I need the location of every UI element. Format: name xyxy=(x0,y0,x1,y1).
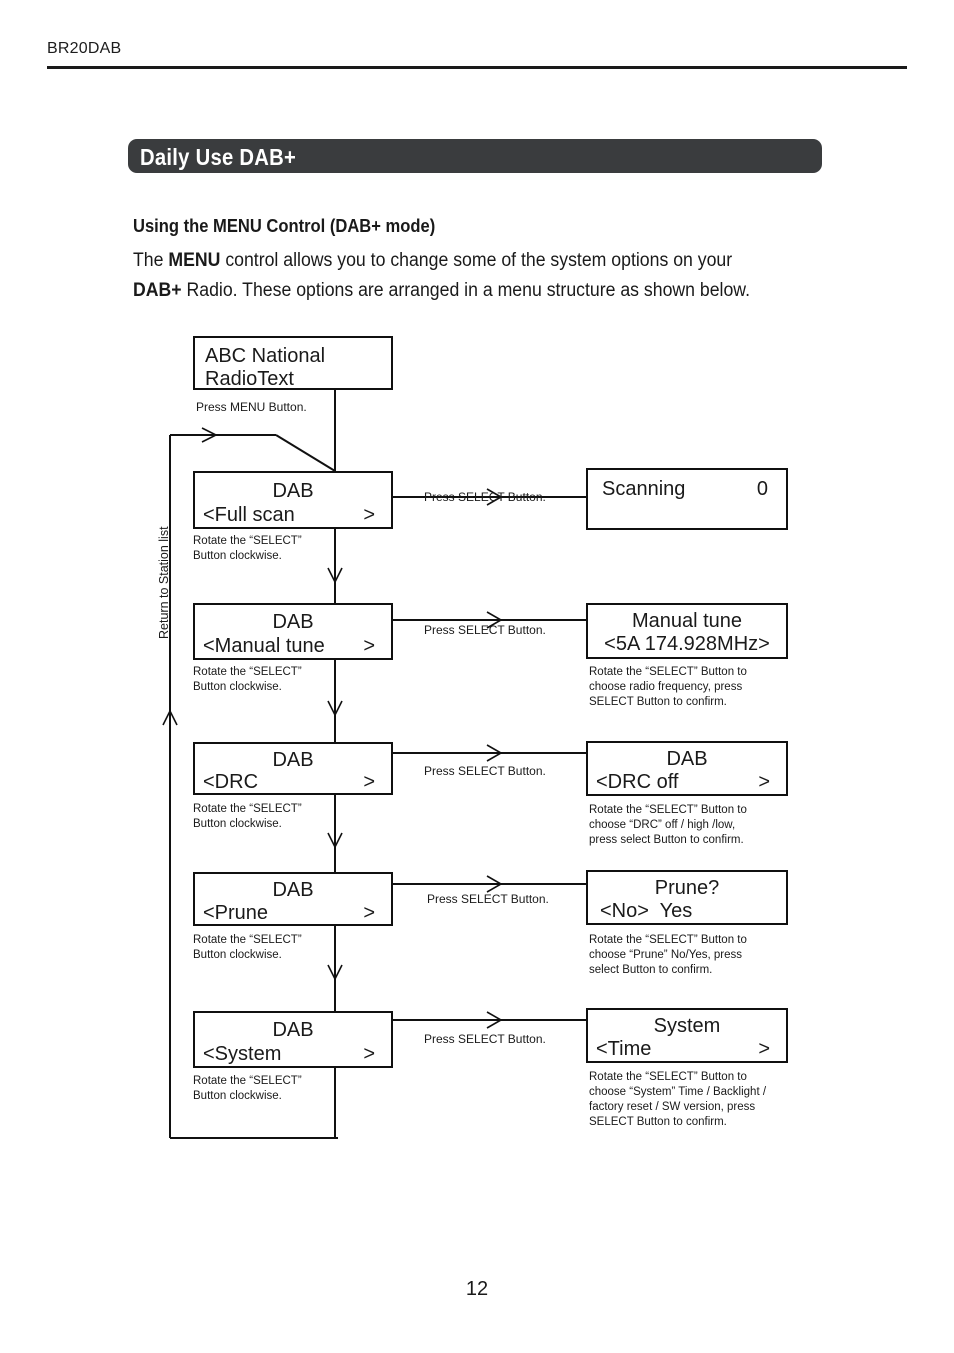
rotate-note-prune: Rotate the “SELECT” Button clockwise. xyxy=(193,934,302,961)
menu-box-system-chevron-icon: > xyxy=(363,1043,375,1065)
result-system-line1: System xyxy=(653,1015,721,1037)
result-drc-chevron-icon: > xyxy=(758,771,770,793)
press-menu-label: Press MENU Button. xyxy=(196,400,307,414)
station-line-2: RadioText xyxy=(205,368,294,390)
manual-page: BR20DAB Daily Use DAB+ Using the MENU Co… xyxy=(0,0,954,1353)
return-to-station-list-label: Return to Station list xyxy=(157,526,171,639)
result-scanning-count: 0 xyxy=(756,478,768,500)
menu-box-prune-line1: DAB xyxy=(272,879,314,901)
press-select-label-prune: Press SELECT Button. xyxy=(427,892,549,906)
result-drc-line1: DAB xyxy=(666,748,708,770)
menu-box-manual-tune-option: <Manual tune xyxy=(203,635,325,657)
result-scanning-label: Scanning xyxy=(602,478,686,500)
result-note-system: Rotate the “SELECT” Button to choose “Sy… xyxy=(589,1071,767,1128)
result-manual-tune-title: Manual tune xyxy=(631,610,743,632)
menu-box-prune: DAB <Prune > xyxy=(193,872,393,926)
menu-box-drc: DAB <DRC > xyxy=(193,742,393,795)
result-drc-value: <DRC off xyxy=(596,771,679,793)
result-system-value: <Time xyxy=(596,1038,652,1060)
menu-box-prune-chevron-icon: > xyxy=(363,902,375,924)
menu-box-system-option: <System xyxy=(203,1043,282,1065)
press-select-label-manual-tune: Press SELECT Button. xyxy=(424,623,546,637)
result-system-chevron-icon: > xyxy=(758,1038,770,1060)
result-note-manual-tune: Rotate the “SELECT” Button to choose rad… xyxy=(589,666,747,708)
result-box-drc: DAB <DRC off > xyxy=(586,741,788,796)
result-prune-options: <No> Yes xyxy=(600,900,693,922)
station-line-1: ABC National xyxy=(205,345,326,367)
rotate-note-manual-tune: Rotate the “SELECT” Button clockwise. xyxy=(193,666,302,693)
menu-box-full-scan: DAB <Full scan > xyxy=(193,471,393,529)
result-box-system: System <Time > xyxy=(586,1008,788,1063)
result-note-prune: Rotate the “SELECT” Button to choose “Pr… xyxy=(589,934,747,976)
rotate-note-full-scan: Rotate the “SELECT” Button clockwise. xyxy=(193,535,302,562)
menu-box-full-scan-line1: DAB xyxy=(272,480,314,502)
press-select-label-drc: Press SELECT Button. xyxy=(424,764,546,778)
press-select-label-full-scan: Press SELECT Button. xyxy=(424,490,546,504)
menu-box-manual-tune: DAB <Manual tune > xyxy=(193,603,393,660)
result-box-prune: Prune? <No> Yes xyxy=(586,870,788,925)
result-prune-question: Prune? xyxy=(654,877,720,899)
menu-box-drc-option: <DRC xyxy=(203,771,259,793)
menu-box-system: DAB <System > xyxy=(193,1011,393,1068)
menu-box-drc-line1: DAB xyxy=(272,749,314,771)
menu-box-full-scan-chevron-icon: > xyxy=(363,504,375,526)
result-box-scanning: Scanning 0 xyxy=(586,468,788,530)
menu-box-system-line1: DAB xyxy=(272,1019,314,1041)
diagram-connectors xyxy=(162,388,586,1139)
menu-box-prune-option: <Prune xyxy=(203,902,269,924)
menu-flow-diagram: Return to Station list ABC National Radi… xyxy=(0,0,954,1353)
page-number: 12 xyxy=(465,1278,489,1300)
menu-box-full-scan-option: <Full scan xyxy=(203,504,295,526)
rotate-note-system: Rotate the “SELECT” Button clockwise. xyxy=(193,1075,302,1102)
result-note-drc: Rotate the “SELECT” Button to choose “DR… xyxy=(589,804,747,846)
rotate-note-drc: Rotate the “SELECT” Button clockwise. xyxy=(193,803,302,830)
menu-box-manual-tune-chevron-icon: > xyxy=(363,635,375,657)
menu-box-manual-tune-line1: DAB xyxy=(272,611,314,633)
press-select-label-system: Press SELECT Button. xyxy=(424,1032,546,1046)
result-box-manual-tune: Manual tune <5A 174.928MHz> xyxy=(586,603,788,659)
display-box-station: ABC National RadioText xyxy=(193,336,393,390)
menu-box-drc-chevron-icon: > xyxy=(363,771,375,793)
result-manual-tune-frequency: <5A 174.928MHz> xyxy=(604,633,770,655)
